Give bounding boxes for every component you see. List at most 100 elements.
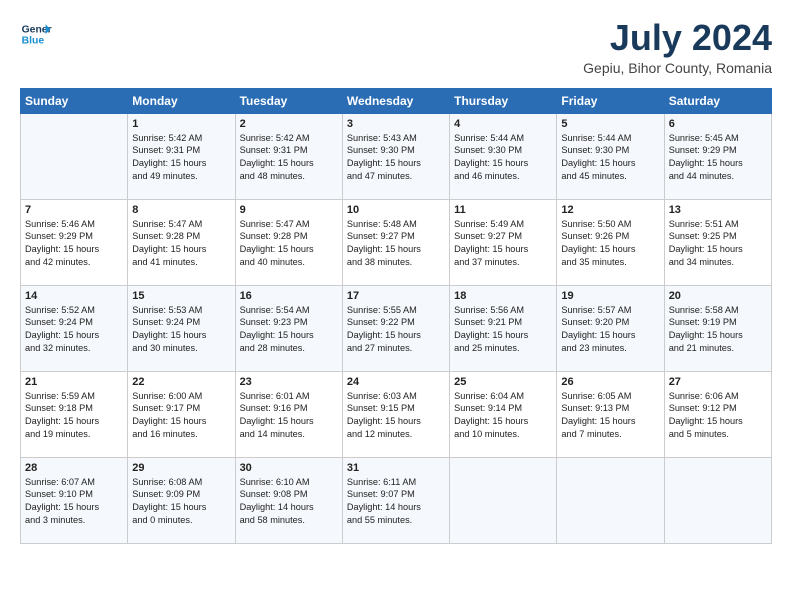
day-number: 21 <box>25 376 123 388</box>
cell-details: Sunrise: 5:57 AM Sunset: 9:20 PM Dayligh… <box>561 304 659 356</box>
day-number: 3 <box>347 118 445 130</box>
calendar-cell: 28Sunrise: 6:07 AM Sunset: 9:10 PM Dayli… <box>21 457 128 543</box>
cell-details: Sunrise: 6:04 AM Sunset: 9:14 PM Dayligh… <box>454 390 552 442</box>
calendar-table: SundayMondayTuesdayWednesdayThursdayFrid… <box>20 88 772 544</box>
cell-details: Sunrise: 5:46 AM Sunset: 9:29 PM Dayligh… <box>25 218 123 270</box>
calendar-cell: 31Sunrise: 6:11 AM Sunset: 9:07 PM Dayli… <box>342 457 449 543</box>
day-number: 22 <box>132 376 230 388</box>
calendar-cell <box>21 113 128 199</box>
calendar-cell: 24 Sunrise: 6:03 AM Sunset: 9:15 PM Dayli… <box>342 371 449 457</box>
day-number: 1 <box>132 118 230 130</box>
cell-details: Sunrise: 6:07 AM Sunset: 9:10 PM Dayligh… <box>25 476 123 528</box>
day-number: 26 <box>561 376 659 388</box>
calendar-cell: 17 Sunrise: 5:55 AM Sunset: 9:22 PM Dayli… <box>342 285 449 371</box>
cell-details: Sunrise: 5:47 AM Sunset: 9:28 PM Dayligh… <box>240 218 338 270</box>
day-number: 17 <box>347 290 445 302</box>
day-number: 19 <box>561 290 659 302</box>
week-row-4: 21Sunrise: 5:59 AM Sunset: 9:18 PM Dayli… <box>21 371 772 457</box>
cell-details: Sunrise: 6:10 AM Sunset: 9:08 PM Dayligh… <box>240 476 338 528</box>
day-number: 12 <box>561 204 659 216</box>
calendar-cell: 21Sunrise: 5:59 AM Sunset: 9:18 PM Dayli… <box>21 371 128 457</box>
header-cell-saturday: Saturday <box>664 88 771 113</box>
page: General Blue July 2024 Gepiu, Bihor Coun… <box>0 0 792 554</box>
day-number: 24 <box>347 376 445 388</box>
svg-text:Blue: Blue <box>22 36 45 47</box>
calendar-cell: 5 Sunrise: 5:44 AM Sunset: 9:30 PM Daylig… <box>557 113 664 199</box>
cell-details: Sunrise: 5:42 AM Sunset: 9:31 PM Dayligh… <box>132 132 230 184</box>
calendar-cell: 14 Sunrise: 5:52 AM Sunset: 9:24 PM Dayli… <box>21 285 128 371</box>
calendar-cell: 9 Sunrise: 5:47 AM Sunset: 9:28 PM Daylig… <box>235 199 342 285</box>
week-row-1: 1 Sunrise: 5:42 AM Sunset: 9:31 PM Daylig… <box>21 113 772 199</box>
calendar-cell <box>664 457 771 543</box>
calendar-cell: 11 Sunrise: 5:49 AM Sunset: 9:27 PM Dayli… <box>450 199 557 285</box>
header-cell-wednesday: Wednesday <box>342 88 449 113</box>
day-number: 27 <box>669 376 767 388</box>
day-number: 7 <box>25 204 123 216</box>
day-number: 14 <box>25 290 123 302</box>
day-number: 4 <box>454 118 552 130</box>
header-cell-sunday: Sunday <box>21 88 128 113</box>
calendar-cell: 12 Sunrise: 5:50 AM Sunset: 9:26 PM Dayli… <box>557 199 664 285</box>
day-number: 29 <box>132 462 230 474</box>
calendar-cell: 4 Sunrise: 5:44 AM Sunset: 9:30 PM Daylig… <box>450 113 557 199</box>
cell-details: Sunrise: 5:54 AM Sunset: 9:23 PM Dayligh… <box>240 304 338 356</box>
day-number: 25 <box>454 376 552 388</box>
cell-details: Sunrise: 5:45 AM Sunset: 9:29 PM Dayligh… <box>669 132 767 184</box>
day-number: 16 <box>240 290 338 302</box>
day-number: 30 <box>240 462 338 474</box>
cell-details: Sunrise: 5:56 AM Sunset: 9:21 PM Dayligh… <box>454 304 552 356</box>
cell-details: Sunrise: 5:44 AM Sunset: 9:30 PM Dayligh… <box>561 132 659 184</box>
cell-details: Sunrise: 5:51 AM Sunset: 9:25 PM Dayligh… <box>669 218 767 270</box>
calendar-cell: 26 Sunrise: 6:05 AM Sunset: 9:13 PM Dayli… <box>557 371 664 457</box>
day-number: 8 <box>132 204 230 216</box>
header-cell-thursday: Thursday <box>450 88 557 113</box>
day-number: 23 <box>240 376 338 388</box>
calendar-cell: 16 Sunrise: 5:54 AM Sunset: 9:23 PM Dayli… <box>235 285 342 371</box>
day-number: 20 <box>669 290 767 302</box>
calendar-cell: 30 Sunrise: 6:10 AM Sunset: 9:08 PM Dayli… <box>235 457 342 543</box>
day-number: 11 <box>454 204 552 216</box>
header-cell-tuesday: Tuesday <box>235 88 342 113</box>
calendar-cell: 25 Sunrise: 6:04 AM Sunset: 9:14 PM Dayli… <box>450 371 557 457</box>
cell-details: Sunrise: 6:05 AM Sunset: 9:13 PM Dayligh… <box>561 390 659 442</box>
day-number: 31 <box>347 462 445 474</box>
calendar-cell: 2 Sunrise: 5:42 AM Sunset: 9:31 PM Daylig… <box>235 113 342 199</box>
calendar-cell: 19 Sunrise: 5:57 AM Sunset: 9:20 PM Dayli… <box>557 285 664 371</box>
week-row-2: 7 Sunrise: 5:46 AM Sunset: 9:29 PM Daylig… <box>21 199 772 285</box>
header-cell-monday: Monday <box>128 88 235 113</box>
day-number: 2 <box>240 118 338 130</box>
cell-details: Sunrise: 6:03 AM Sunset: 9:15 PM Dayligh… <box>347 390 445 442</box>
header-row: SundayMondayTuesdayWednesdayThursdayFrid… <box>21 88 772 113</box>
cell-details: Sunrise: 5:58 AM Sunset: 9:19 PM Dayligh… <box>669 304 767 356</box>
subtitle: Gepiu, Bihor County, Romania <box>583 60 772 76</box>
day-number: 13 <box>669 204 767 216</box>
week-row-5: 28Sunrise: 6:07 AM Sunset: 9:10 PM Dayli… <box>21 457 772 543</box>
calendar-cell: 13 Sunrise: 5:51 AM Sunset: 9:25 PM Dayli… <box>664 199 771 285</box>
cell-details: Sunrise: 5:42 AM Sunset: 9:31 PM Dayligh… <box>240 132 338 184</box>
cell-details: Sunrise: 5:43 AM Sunset: 9:30 PM Dayligh… <box>347 132 445 184</box>
calendar-cell: 15Sunrise: 5:53 AM Sunset: 9:24 PM Dayli… <box>128 285 235 371</box>
calendar-cell <box>450 457 557 543</box>
cell-details: Sunrise: 5:44 AM Sunset: 9:30 PM Dayligh… <box>454 132 552 184</box>
cell-details: Sunrise: 5:47 AM Sunset: 9:28 PM Dayligh… <box>132 218 230 270</box>
day-number: 18 <box>454 290 552 302</box>
calendar-cell: 7 Sunrise: 5:46 AM Sunset: 9:29 PM Daylig… <box>21 199 128 285</box>
day-number: 5 <box>561 118 659 130</box>
main-title: July 2024 <box>583 18 772 58</box>
cell-details: Sunrise: 6:06 AM Sunset: 9:12 PM Dayligh… <box>669 390 767 442</box>
cell-details: Sunrise: 5:52 AM Sunset: 9:24 PM Dayligh… <box>25 304 123 356</box>
day-number: 9 <box>240 204 338 216</box>
calendar-cell: 8 Sunrise: 5:47 AM Sunset: 9:28 PM Daylig… <box>128 199 235 285</box>
logo-icon: General Blue <box>20 18 52 50</box>
calendar-cell: 6Sunrise: 5:45 AM Sunset: 9:29 PM Daylig… <box>664 113 771 199</box>
calendar-cell: 18 Sunrise: 5:56 AM Sunset: 9:21 PM Dayli… <box>450 285 557 371</box>
cell-details: Sunrise: 5:53 AM Sunset: 9:24 PM Dayligh… <box>132 304 230 356</box>
calendar-cell: 1 Sunrise: 5:42 AM Sunset: 9:31 PM Daylig… <box>128 113 235 199</box>
calendar-cell: 27 Sunrise: 6:06 AM Sunset: 9:12 PM Dayli… <box>664 371 771 457</box>
cell-details: Sunrise: 5:49 AM Sunset: 9:27 PM Dayligh… <box>454 218 552 270</box>
calendar-cell: 23Sunrise: 6:01 AM Sunset: 9:16 PM Dayli… <box>235 371 342 457</box>
logo: General Blue <box>20 18 52 50</box>
cell-details: Sunrise: 5:55 AM Sunset: 9:22 PM Dayligh… <box>347 304 445 356</box>
cell-details: Sunrise: 5:50 AM Sunset: 9:26 PM Dayligh… <box>561 218 659 270</box>
calendar-cell: 10Sunrise: 5:48 AM Sunset: 9:27 PM Dayli… <box>342 199 449 285</box>
